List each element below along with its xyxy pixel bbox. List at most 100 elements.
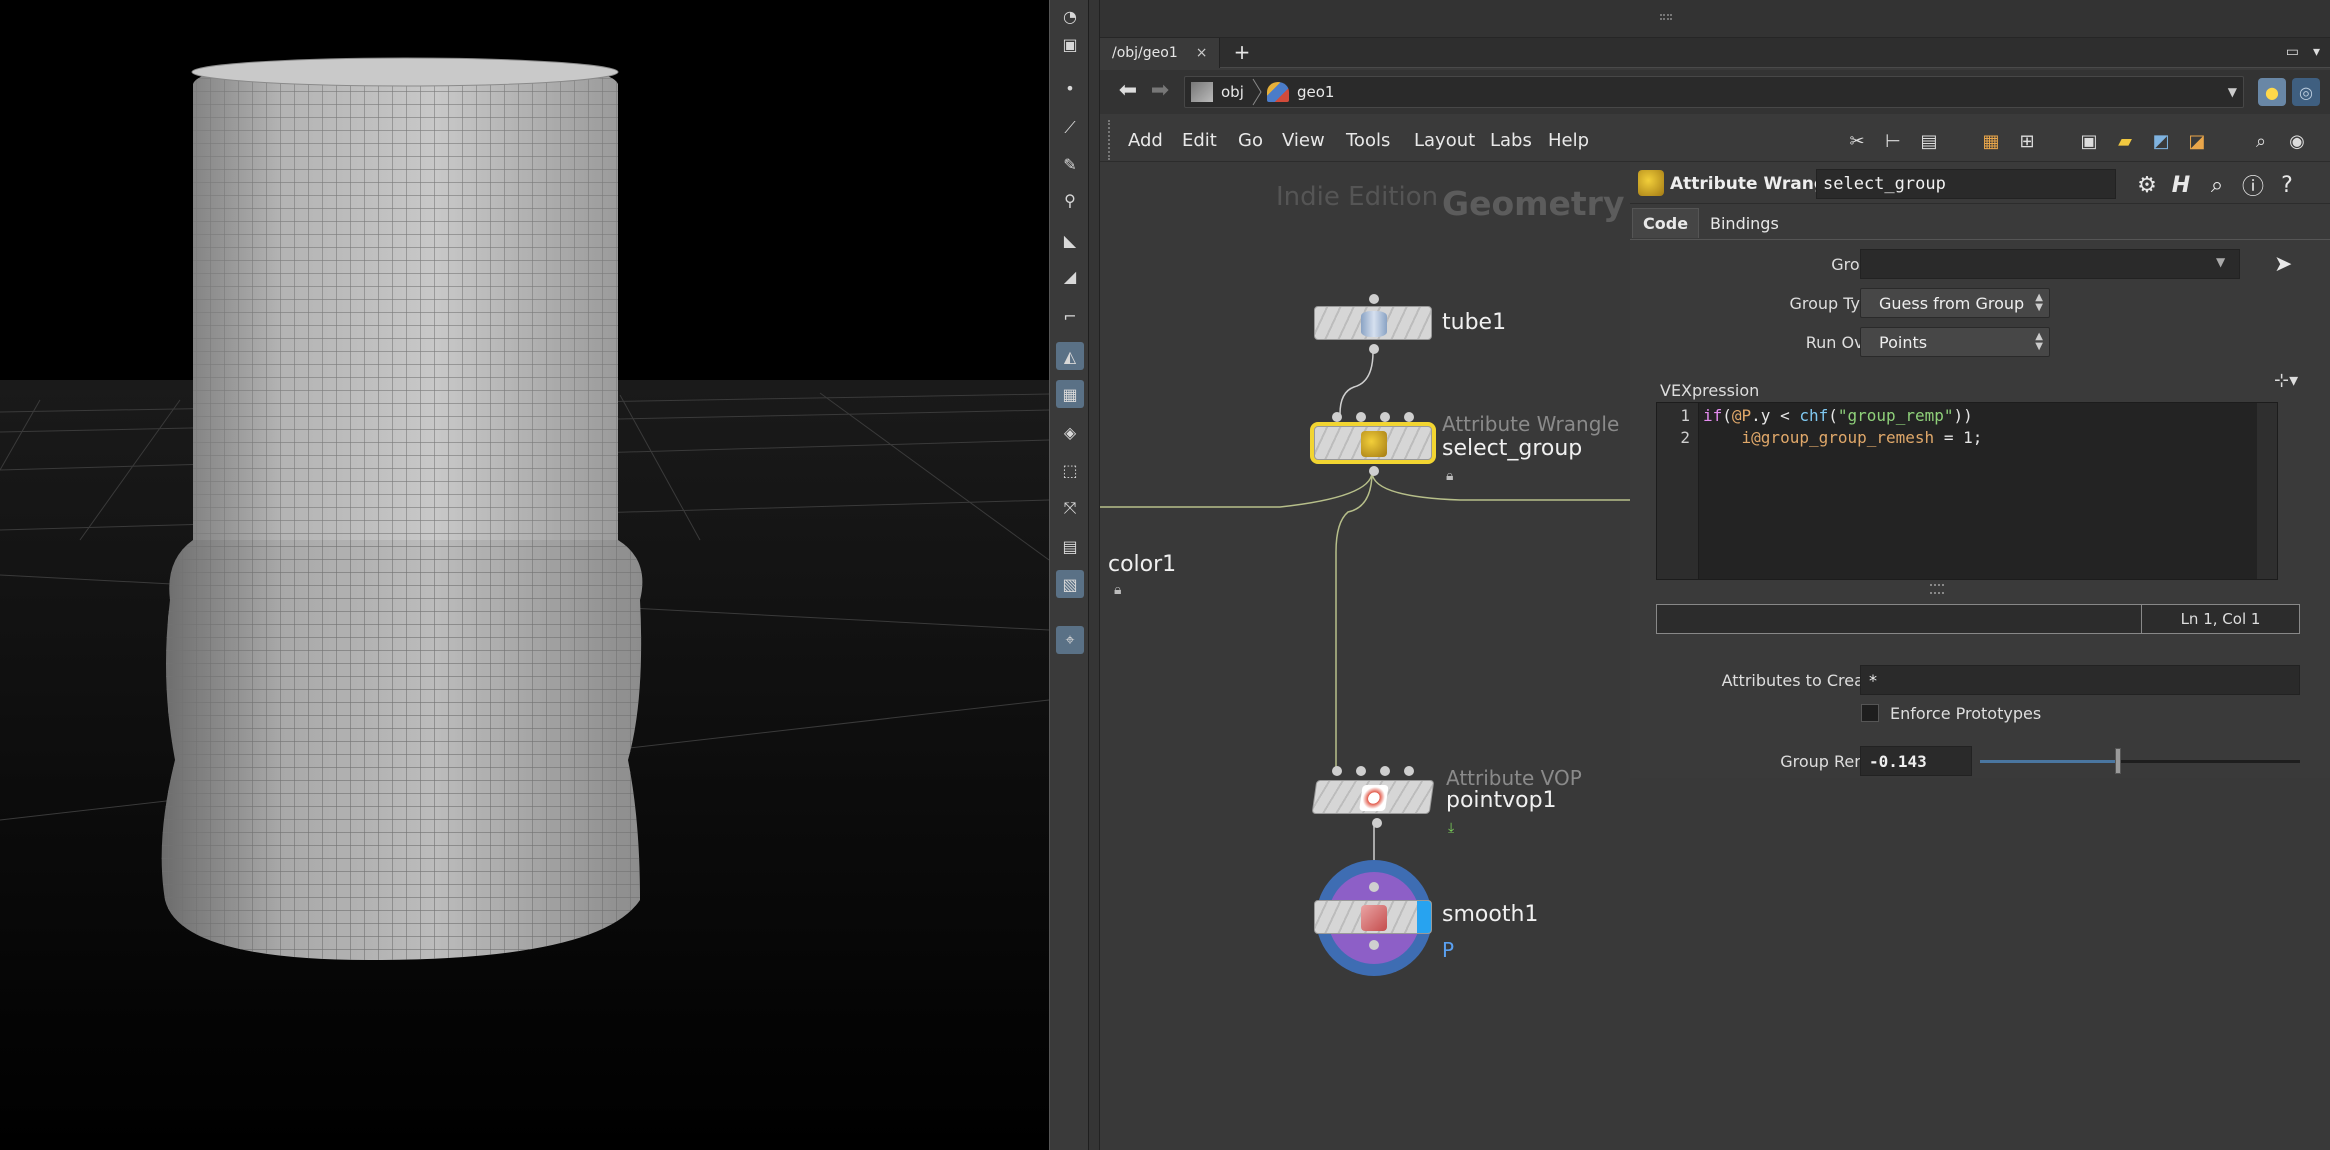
path-field[interactable]: obj geo1 ▼ — [1184, 76, 2244, 108]
grid-view-icon[interactable]: ▦ — [1978, 128, 2004, 154]
forward-arrow-icon[interactable]: ➡ — [1146, 80, 1174, 104]
search-icon[interactable]: ⌕ — [2248, 128, 2274, 154]
output-port[interactable] — [1372, 818, 1382, 828]
node-body[interactable] — [1314, 900, 1432, 934]
tree-view-icon[interactable]: ⊢ — [1880, 128, 1906, 154]
vexpression-label: VEXpression — [1660, 381, 1760, 400]
measure-tool-icon[interactable]: ⌐ — [1056, 302, 1084, 330]
input-port-3[interactable] — [1380, 766, 1390, 776]
tab-code[interactable]: Code — [1632, 208, 1700, 238]
group-field[interactable] — [1860, 249, 2240, 279]
group-remp-slider[interactable] — [1980, 748, 2300, 774]
scene-viewport[interactable] — [0, 0, 1049, 1150]
houdini-help-icon[interactable]: H — [2166, 170, 2196, 200]
snap-tool-icon[interactable]: ◈ — [1056, 418, 1084, 446]
group-dropdown-icon[interactable]: ▼ — [2216, 255, 2225, 269]
output-port[interactable] — [1369, 940, 1379, 950]
group-type-menu[interactable]: Guess from Group ▲ ▼ — [1860, 288, 2050, 318]
pane-menu-icon[interactable]: ▾ — [2313, 44, 2320, 60]
help-icon[interactable]: ? — [2272, 170, 2302, 200]
list-view-icon[interactable]: ▤ — [1916, 128, 1942, 154]
node-body-selected[interactable] — [1314, 426, 1432, 460]
network-editor[interactable]: Indie Edition Geometry tube1 Attribute W… — [1100, 162, 1630, 1150]
input-port-1[interactable] — [1332, 412, 1342, 422]
output-port[interactable] — [1369, 344, 1379, 354]
back-arrow-icon[interactable]: ⬅ — [1114, 80, 1142, 104]
menu-help[interactable]: Help — [1548, 130, 1589, 151]
display-flag[interactable] — [1417, 901, 1431, 933]
uv-tool-icon[interactable]: ⬚ — [1056, 456, 1084, 484]
dot-icon[interactable]: ◪ — [2184, 128, 2210, 154]
output-port[interactable] — [1369, 466, 1379, 476]
input-port-4[interactable] — [1404, 412, 1414, 422]
vex-code-editor[interactable]: 1 2 if(@P.y < chf("group_remp")) i@group… — [1656, 402, 2278, 580]
visibility-icon[interactable]: ◉ — [2284, 128, 2310, 154]
add-tab-button[interactable]: + — [1230, 41, 1254, 65]
wrench-icon[interactable]: ✂ — [1844, 128, 1870, 154]
tab-obj-geo1[interactable]: /obj/geo1 × — [1100, 38, 1221, 68]
breadcrumb-obj[interactable]: obj — [1191, 77, 1244, 107]
input-port-2[interactable] — [1356, 766, 1366, 776]
input-port-4[interactable] — [1404, 766, 1414, 776]
gear-icon[interactable]: ⚙ — [2132, 170, 2162, 200]
editor-resize-grip-icon[interactable] — [1930, 584, 1944, 594]
menu-labs[interactable]: Labs — [1490, 130, 1532, 151]
group-remp-field[interactable]: -0.143 — [1860, 746, 1972, 776]
pin-tool-icon[interactable]: ⌖ — [1056, 626, 1084, 654]
input-port-1[interactable] — [1332, 766, 1342, 776]
tab-bindings[interactable]: Bindings — [1700, 208, 1789, 238]
pane-layout-icon[interactable]: ▭ — [2286, 44, 2299, 60]
pin-pane-icon[interactable]: ● — [2258, 78, 2286, 106]
node-name-label: smooth1 — [1442, 902, 1539, 927]
menu-edit[interactable]: Edit — [1182, 130, 1217, 151]
menu-go[interactable]: Go — [1238, 130, 1263, 151]
cursor-position: Ln 1, Col 1 — [2141, 605, 2299, 633]
pane-splitter[interactable] — [1089, 0, 1100, 1150]
background-image-icon[interactable]: ◩ — [2148, 128, 2174, 154]
code-scrollbar[interactable] — [2257, 403, 2277, 579]
brush-tool-icon[interactable]: ⟋ — [1056, 114, 1084, 142]
tile-view-icon[interactable]: ⊞ — [2014, 128, 2040, 154]
input-port-2[interactable] — [1356, 412, 1366, 422]
menu-view[interactable]: View — [1282, 130, 1325, 151]
point-select-icon[interactable]: • — [1056, 74, 1084, 102]
camera-tool-icon[interactable]: ▣ — [1056, 30, 1084, 58]
menu-tools[interactable]: Tools — [1346, 130, 1390, 151]
background-image-icon[interactable]: ▧ — [1056, 570, 1084, 598]
handle-tool-icon[interactable]: ⚲ — [1056, 186, 1084, 214]
breadcrumb-geo1[interactable]: geo1 — [1267, 77, 1334, 107]
paint-tool-icon[interactable]: ◣ — [1056, 226, 1084, 254]
sticky-note-icon[interactable]: ▰ — [2112, 128, 2138, 154]
menu-add[interactable]: Add — [1128, 130, 1163, 151]
input-port[interactable] — [1369, 882, 1379, 892]
info-icon[interactable]: ⓘ — [2238, 170, 2268, 200]
grid-tool-icon[interactable]: ◢ — [1056, 262, 1084, 290]
enforce-prototypes-checkbox[interactable] — [1861, 704, 1879, 722]
select-arrow-icon[interactable]: ➤ — [2274, 252, 2292, 277]
attributes-to-create-field[interactable]: * — [1860, 665, 2300, 695]
node-name-field[interactable]: select_group — [1816, 169, 2116, 199]
splitter-grip-icon[interactable] — [1660, 14, 1672, 20]
ghost-tool-icon[interactable]: ▤ — [1056, 532, 1084, 560]
pen-tool-icon[interactable]: ✎ — [1056, 150, 1084, 178]
node-body[interactable] — [1311, 780, 1435, 814]
view-tool-icon[interactable]: ◔ — [1056, 2, 1084, 30]
node-body[interactable] — [1314, 306, 1432, 340]
vex-presets-icon[interactable]: ⊹▾ — [2274, 370, 2298, 391]
run-over-menu[interactable]: Points ▲ ▼ — [1860, 327, 2050, 357]
checker-mode-icon[interactable]: ▦ — [1056, 380, 1084, 408]
transform-tool-icon[interactable]: ⤧ — [1056, 494, 1084, 522]
input-port-3[interactable] — [1380, 412, 1390, 422]
menu-layout[interactable]: Layout — [1414, 130, 1475, 151]
link-pane-icon[interactable]: ◎ — [2292, 78, 2320, 106]
shaded-mode-icon[interactable]: ◭ — [1056, 342, 1084, 370]
geometry-icon — [1267, 82, 1289, 102]
path-dropdown-icon[interactable]: ▼ — [2228, 85, 2237, 99]
search-icon[interactable]: ⌕ — [2202, 170, 2232, 200]
node-flag-label: P — [1442, 938, 1455, 962]
input-port[interactable] — [1369, 294, 1379, 304]
obj-network-icon — [1191, 82, 1213, 102]
slider-handle[interactable] — [2114, 748, 2121, 774]
close-tab-icon[interactable]: × — [1196, 45, 1208, 61]
network-box-icon[interactable]: ▣ — [2076, 128, 2102, 154]
